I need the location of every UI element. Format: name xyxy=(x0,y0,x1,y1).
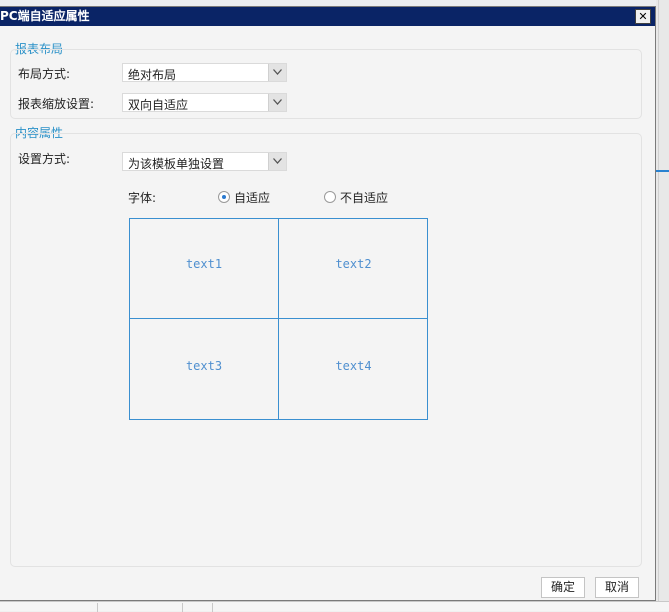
preview-cell: text1 xyxy=(130,219,279,319)
divider xyxy=(658,0,659,611)
preview-cell: text2 xyxy=(279,219,428,319)
close-button[interactable]: ✕ xyxy=(635,9,651,24)
zoom-setting-select[interactable]: 双向自适应 xyxy=(122,93,287,112)
cancel-button[interactable]: 取消 xyxy=(595,577,639,598)
dialog-titlebar[interactable]: PC端自适应属性 ✕ xyxy=(0,7,655,26)
background-status-bar xyxy=(0,601,669,612)
chevron-down-icon[interactable] xyxy=(268,153,286,170)
setting-mode-value: 为该模板单独设置 xyxy=(128,157,225,171)
preview-cell: text3 xyxy=(130,319,279,419)
selection-indicator xyxy=(656,170,669,172)
background-right-panel xyxy=(656,0,669,611)
font-adaptive-label: 自适应 xyxy=(234,191,271,205)
radio-button[interactable] xyxy=(324,191,336,203)
chevron-down-icon[interactable] xyxy=(268,64,286,81)
radio-button-checked[interactable] xyxy=(218,191,230,203)
adaptive-properties-dialog: PC端自适应属性 ✕ 报表布局 布局方式: 绝对布局 报表缩放设置: 双向自适应… xyxy=(0,6,656,601)
setting-mode-label: 设置方式: xyxy=(18,152,71,166)
setting-mode-select[interactable]: 为该模板单独设置 xyxy=(122,152,287,171)
layout-mode-select[interactable]: 绝对布局 xyxy=(122,63,287,82)
font-label: 字体: xyxy=(128,191,157,205)
close-icon: ✕ xyxy=(638,10,648,23)
dialog-title: PC端自适应属性 xyxy=(0,9,90,23)
report-layout-group xyxy=(10,49,642,119)
preview-cell: text4 xyxy=(335,359,372,373)
font-non-adaptive-label: 不自适应 xyxy=(340,191,389,205)
preview-grid: text1 text2 text3 text4 xyxy=(129,218,428,420)
zoom-setting-value: 双向自适应 xyxy=(128,98,189,112)
chevron-down-icon[interactable] xyxy=(268,94,286,111)
layout-mode-value: 绝对布局 xyxy=(128,68,177,82)
ok-button[interactable]: 确定 xyxy=(541,577,585,598)
layout-mode-label: 布局方式: xyxy=(18,67,71,81)
zoom-setting-label: 报表缩放设置: xyxy=(18,97,95,111)
